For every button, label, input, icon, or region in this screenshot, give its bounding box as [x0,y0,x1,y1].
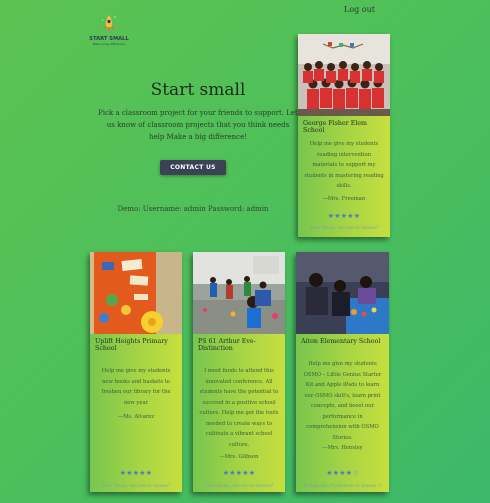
project-card[interactable]: Uplift Heights Primary School Help me gi… [90,252,182,492]
class-photo [193,252,285,334]
class-photo [90,252,182,334]
rating-stars: ★★★★★ [298,212,390,220]
class-photo [296,252,389,334]
star-filled-icon: ★ [145,469,153,477]
project-description: I need funds to attend this innovated co… [199,368,279,448]
star-filled-icon: ★ [353,212,361,220]
donate-link[interactable]: Save Meals, see you to donate? [298,226,390,231]
star-filled-icon: ★ [248,469,256,477]
logout-link[interactable]: Log out [344,5,375,14]
start-small-logo: START SMALL Make a big difference [88,14,130,50]
donate-link[interactable]: Save Meals, see you to donate? [90,484,182,489]
teacher-name: —Mrs. Freeman [322,196,366,202]
project-description: Help me give my students OSMO – Little G… [303,361,382,441]
teacher-name: —Mrs. Hensley [322,445,363,451]
star-empty-icon: ☆ [352,469,359,477]
school-name: George Fisher Elem School [303,120,368,134]
teacher-name: —Mrs. Gilbson [219,454,259,460]
contact-us-button[interactable]: CONTACT US [160,160,226,175]
demo-credentials: Demo: Username: admin Password: admin [117,205,269,213]
project-description: Help me give my students new books and b… [101,368,171,406]
project-card[interactable]: Aiton Elementary School Help me give my … [296,252,389,492]
rating-stars: ★★★★★ [90,469,182,477]
school-name: Uplift Heights Primary School [95,338,168,352]
donate-link[interactable]: Save Meals, see you to donate? [193,484,285,489]
school-name: Aiton Elementary School [301,338,381,345]
page-title: Start small [150,80,246,100]
rating-stars: ★★★★☆ [296,469,389,477]
logo-tagline: Make a big difference [92,42,126,46]
page-description: Pick a classroom project for your friend… [98,109,298,141]
rocket-icon [101,15,116,33]
project-card[interactable]: PS 61 Arthur Eve-Distinction I need fund… [193,252,285,492]
project-card[interactable]: George Fisher Elem School Help me give m… [298,34,390,237]
class-photo [298,34,390,116]
teacher-name: —Ms. Alvarez [117,414,155,420]
rating-stars: ★★★★★ [193,469,285,477]
project-description: Help me give my students reading interve… [304,141,384,189]
donate-link[interactable]: Donate this Fundraiser to donate !! [296,484,389,489]
school-name: PS 61 Arthur Eve-Distinction [198,338,256,352]
